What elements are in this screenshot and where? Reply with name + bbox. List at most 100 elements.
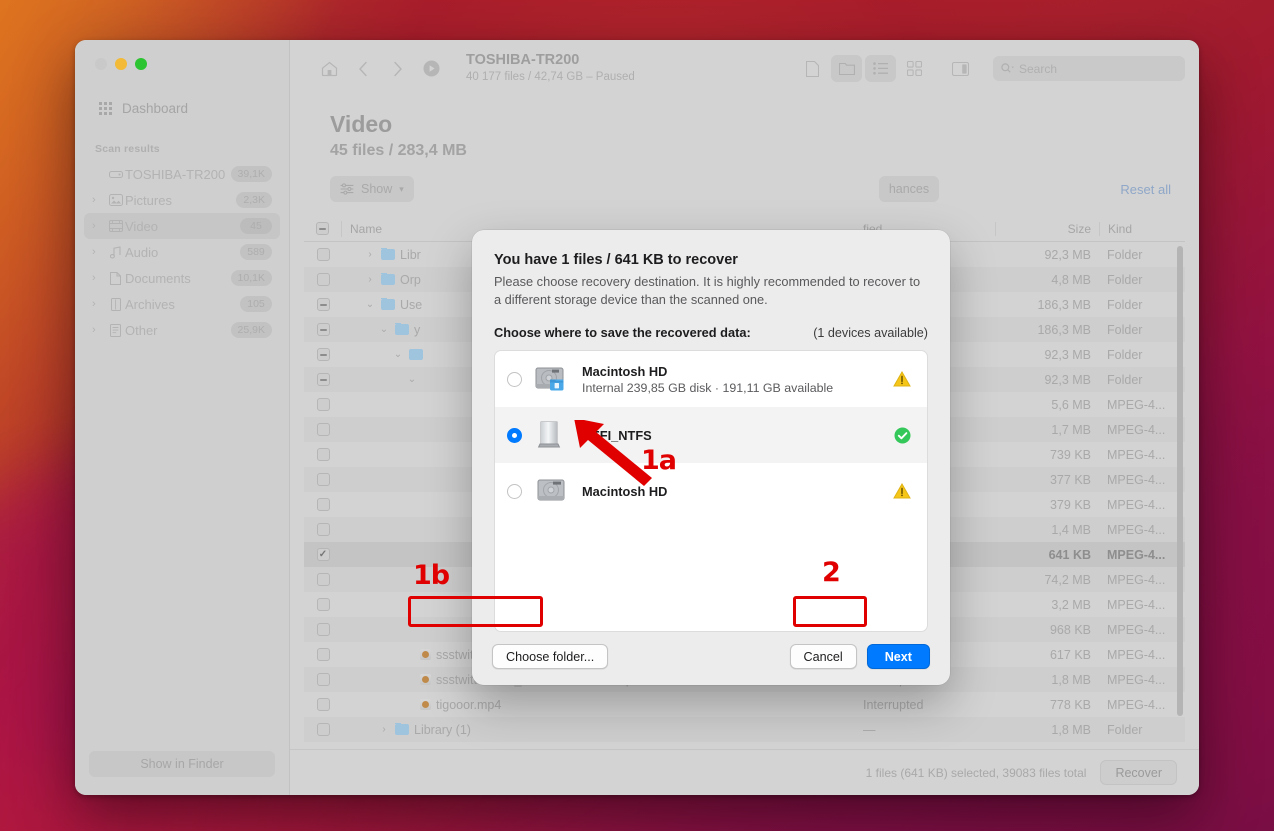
checkbox-icon[interactable] <box>316 273 330 286</box>
scrollbar-thumb[interactable] <box>1177 246 1183 716</box>
row-checkbox[interactable] <box>304 648 342 661</box>
row-checkbox[interactable] <box>304 673 342 686</box>
row-checkbox[interactable] <box>304 248 342 261</box>
chevron-right-icon[interactable]: › <box>92 220 106 232</box>
next-button[interactable]: Next <box>866 644 930 669</box>
minimize-button[interactable] <box>115 58 127 70</box>
vertical-scrollbar[interactable] <box>1177 246 1183 741</box>
chevron-down-icon[interactable]: ⌄ <box>392 349 404 360</box>
checkbox-icon[interactable] <box>316 598 330 611</box>
checkbox-icon[interactable] <box>316 548 330 561</box>
sidebar-item-pictures[interactable]: › Pictures 2,3K <box>84 187 280 213</box>
close-button[interactable] <box>95 58 107 70</box>
chevron-right-icon[interactable]: › <box>92 298 106 310</box>
sidebar-item-video[interactable]: › Video 45 <box>84 213 280 239</box>
choose-folder-button[interactable]: Choose folder... <box>492 644 609 669</box>
checkbox-icon[interactable] <box>316 398 330 411</box>
checkbox-icon[interactable] <box>316 623 330 636</box>
list-view-icon[interactable] <box>865 55 896 82</box>
row-checkbox[interactable] <box>304 348 342 361</box>
checkbox-icon[interactable] <box>316 348 330 361</box>
row-checkbox[interactable] <box>304 423 342 436</box>
play-button[interactable] <box>414 54 448 84</box>
chances-filter-button[interactable]: hances <box>878 176 940 202</box>
row-checkbox[interactable] <box>304 523 342 536</box>
device-radio[interactable] <box>507 371 522 387</box>
sidebar-item-toshiba-tr200[interactable]: TOSHIBA-TR200 39,1K <box>84 161 280 187</box>
column-header-kind[interactable]: Kind <box>1099 221 1185 236</box>
row-checkbox[interactable] <box>304 573 342 586</box>
device-row-uefi-ntfs[interactable]: UEFI_NTFS <box>495 407 927 464</box>
checkbox-icon[interactable] <box>316 448 330 461</box>
chevron-right-icon[interactable]: › <box>92 272 106 284</box>
sidebar-item-audio[interactable]: › Audio 589 <box>84 239 280 265</box>
device-radio[interactable] <box>507 427 522 443</box>
chevron-right-icon[interactable]: › <box>92 194 106 206</box>
row-checkbox[interactable] <box>304 623 342 636</box>
recover-button[interactable]: Recover <box>1100 760 1177 785</box>
window-controls[interactable] <box>75 40 289 70</box>
row-checkbox[interactable] <box>304 723 342 736</box>
row-checkbox[interactable] <box>304 448 342 461</box>
checkbox-icon[interactable] <box>316 473 330 486</box>
maximize-button[interactable] <box>135 58 147 70</box>
checkbox-icon[interactable] <box>316 573 330 586</box>
checkbox-icon[interactable] <box>316 698 330 711</box>
sidebar-item-documents[interactable]: › Documents 10,1K <box>84 265 280 291</box>
chevron-down-icon[interactable]: ⌄ <box>378 324 390 335</box>
chevron-right-icon[interactable]: › <box>364 249 376 260</box>
cancel-button[interactable]: Cancel <box>789 644 857 669</box>
checkbox-icon[interactable] <box>316 423 330 436</box>
grid-view-icon[interactable] <box>899 55 930 82</box>
row-size-cell: 1,4 MB <box>1051 522 1091 537</box>
column-header-size[interactable]: Size <box>995 221 1099 236</box>
device-row-macintosh-hd-internal[interactable]: Macintosh HD Internal 239,85 GB disk · 1… <box>495 351 927 407</box>
checkbox-icon[interactable] <box>316 323 330 336</box>
show-filter-button[interactable]: Show ▾ <box>330 176 414 202</box>
row-checkbox[interactable] <box>304 323 342 336</box>
checkbox-icon[interactable] <box>316 523 330 536</box>
row-checkbox[interactable] <box>304 298 342 311</box>
chevron-right-icon[interactable]: › <box>378 724 390 735</box>
chevron-down-icon[interactable]: ⌄ <box>406 374 418 385</box>
sidebar-item-dashboard[interactable]: Dashboard <box>93 96 277 121</box>
home-icon[interactable] <box>312 54 346 84</box>
reset-all-button[interactable]: Reset all <box>1120 182 1171 197</box>
row-checkbox[interactable] <box>304 498 342 511</box>
sidebar-item-other[interactable]: › Other 25,9K <box>84 317 280 343</box>
forward-button[interactable] <box>380 54 414 84</box>
chevron-right-icon[interactable]: › <box>92 246 106 258</box>
table-row[interactable]: tigooor.mp4 Interrupted 778 KB MPEG-4... <box>304 692 1185 717</box>
row-checkbox[interactable] <box>304 373 342 386</box>
file-view-icon[interactable] <box>797 55 828 82</box>
checkbox-icon[interactable] <box>316 298 330 311</box>
sidebar-item-archives[interactable]: › Archives 105 <box>84 291 280 317</box>
row-kind-cell: MPEG-4... <box>1107 672 1166 687</box>
folder-view-icon[interactable] <box>831 55 862 82</box>
row-checkbox[interactable] <box>304 273 342 286</box>
search-input[interactable]: Search <box>993 56 1185 81</box>
row-checkbox[interactable] <box>304 398 342 411</box>
checkbox-icon[interactable] <box>316 373 330 386</box>
device-radio[interactable] <box>507 483 522 499</box>
checkbox-icon[interactable] <box>316 723 330 736</box>
checkbox-icon[interactable] <box>316 248 330 261</box>
checkbox-icon[interactable] <box>316 498 330 511</box>
folder-icon <box>381 247 395 260</box>
chevron-down-icon[interactable]: ⌄ <box>364 299 376 310</box>
back-button[interactable] <box>346 54 380 84</box>
table-row[interactable]: › Library (1) — 1,8 MB Folder <box>304 717 1185 742</box>
row-checkbox[interactable] <box>304 698 342 711</box>
row-checkbox[interactable] <box>304 548 342 561</box>
sidebar-toggle-icon[interactable] <box>945 55 976 82</box>
checkbox-icon[interactable] <box>316 673 330 686</box>
show-in-finder-button[interactable]: Show in Finder <box>89 751 275 777</box>
select-all-checkbox[interactable] <box>304 220 342 237</box>
search-icon <box>1001 63 1014 73</box>
row-checkbox[interactable] <box>304 473 342 486</box>
chevron-right-icon[interactable]: › <box>92 324 106 336</box>
row-checkbox[interactable] <box>304 598 342 611</box>
checkbox-icon[interactable] <box>316 648 330 661</box>
device-row-macintosh-hd-second[interactable]: Macintosh HD <box>495 463 927 519</box>
chevron-right-icon[interactable]: › <box>364 274 376 285</box>
